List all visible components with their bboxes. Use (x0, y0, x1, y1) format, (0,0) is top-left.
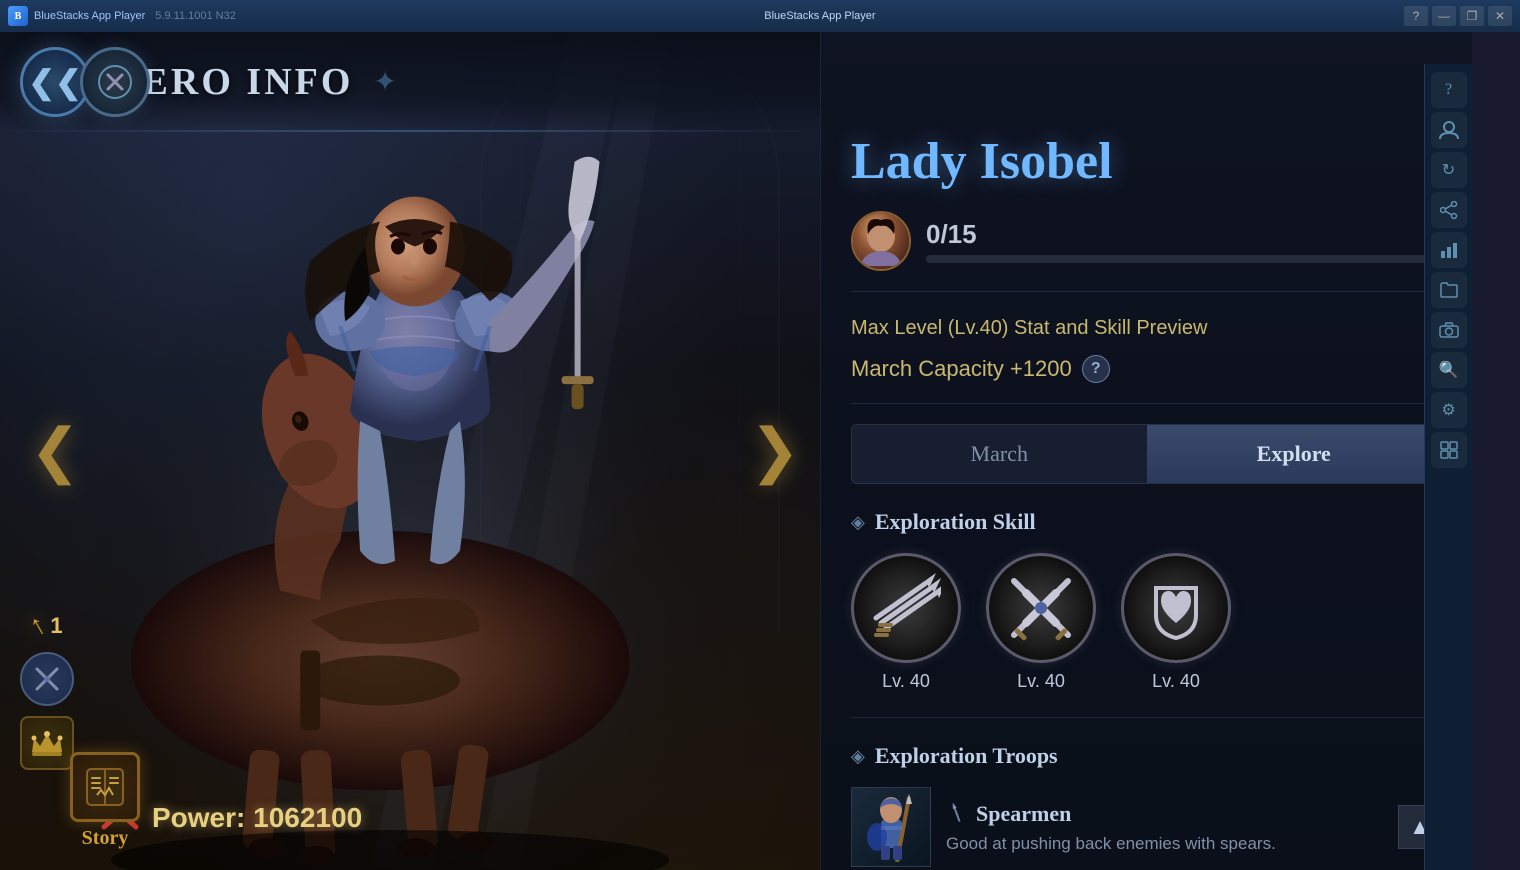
book-icon (83, 765, 127, 809)
info-icon[interactable]: ? (1082, 355, 1110, 383)
troops-section: ◈ Exploration Troops (851, 743, 1442, 867)
window-title: BlueStacks App Player (236, 10, 1404, 22)
grid-icon (1440, 441, 1458, 459)
troop-avatar (851, 787, 931, 867)
hero-name: Lady Isobel (851, 132, 1442, 191)
hero-progress-text: 0/15 (926, 219, 1442, 250)
header-bottom-line (0, 130, 820, 132)
sidebar-folder-icon[interactable] (1431, 272, 1467, 308)
skill-icon-2 (986, 553, 1096, 663)
restore-button[interactable]: ❐ (1460, 6, 1484, 26)
hero-image-area: ❮❮ HERO INFO ✦ ❮ ❯ ↑ 1 (0, 32, 820, 870)
spear-icon: ↑ (24, 609, 52, 644)
skill-icon-1 (851, 553, 961, 663)
close-x-icon (97, 64, 133, 100)
app-name: BlueStacks App Player (34, 10, 145, 22)
troop-spear-icon (942, 798, 972, 831)
bluestacks-sidebar: ? ↻ (1424, 64, 1472, 870)
story-button[interactable]: Story (70, 752, 140, 850)
sidebar-camera-icon[interactable] (1431, 312, 1467, 348)
sidebar-search-icon[interactable]: 🔍 (1431, 352, 1467, 388)
troop-description: Good at pushing back enemies with spears… (946, 834, 1383, 854)
crown-icon (30, 728, 64, 758)
share-icon (1440, 201, 1458, 219)
hero-close-button[interactable] (80, 47, 150, 117)
heart-skill-icon (1141, 573, 1211, 643)
skill-level-2: Lv. 40 (1017, 671, 1065, 692)
troop-name-row: Spearmen (946, 801, 1383, 828)
march-tab[interactable]: March (852, 425, 1147, 483)
hero-illustration (0, 32, 820, 870)
explore-tab[interactable]: Explore (1147, 425, 1442, 483)
crossed-swords-icon (32, 664, 62, 694)
title-bar: B BlueStacks App Player 5.9.11.1001 N32 … (0, 0, 1520, 32)
power-value: Power: 1062100 (152, 802, 362, 834)
sidebar-share-icon[interactable] (1431, 192, 1467, 228)
small-spear-icon (942, 798, 970, 826)
spear-level-badge: ↑ 1 (31, 610, 62, 642)
next-hero-button[interactable]: ❯ (750, 416, 800, 486)
section-diamond-icon: ◈ (851, 512, 865, 533)
skill-level-3: Lv. 40 (1152, 671, 1200, 692)
sidebar-settings-icon[interactable]: ⚙ (1431, 392, 1467, 428)
window-controls: ? — ❐ ✕ (1404, 6, 1512, 26)
max-level-preview: Max Level (Lv.40) Stat and Skill Preview (851, 317, 1442, 340)
minimize-button[interactable]: — (1432, 6, 1456, 26)
left-icons: ↑ 1 (20, 610, 74, 770)
exploration-skill-title: Exploration Skill (875, 509, 1036, 535)
app-logo: B BlueStacks App Player 5.9.11.1001 N32 (8, 6, 236, 26)
arrow-skill-icon (871, 573, 941, 643)
skill-item-2[interactable]: Lv. 40 (986, 553, 1096, 692)
app-icon: B (8, 6, 28, 26)
sword-skill-icon (1006, 573, 1076, 643)
spear-level: 1 (50, 613, 62, 639)
story-label: Story (82, 827, 129, 850)
folder-icon (1440, 282, 1458, 298)
skill-item-3[interactable]: Lv. 40 (1121, 553, 1231, 692)
account-icon (1439, 120, 1459, 140)
hero-progress-row: 0/15 (851, 211, 1442, 292)
skills-row: Lv. 40 Lv. 40 (851, 553, 1442, 718)
right-panel: Lady Isobel 0/15 Max Level (Lv (820, 32, 1472, 870)
prev-hero-button[interactable]: ❮ (30, 416, 80, 486)
stats-icon (1440, 241, 1458, 259)
hero-progress-container: 0/15 (926, 219, 1442, 263)
tab-row: March Explore (851, 424, 1442, 484)
crown-button[interactable] (20, 716, 74, 770)
exploration-troops-header: ◈ Exploration Troops (851, 743, 1442, 769)
close-button[interactable]: ✕ (1488, 6, 1512, 26)
sidebar-refresh-icon[interactable]: ↻ (1431, 152, 1467, 188)
hero-avatar (851, 211, 911, 271)
sidebar-help-icon[interactable]: ? (1431, 72, 1467, 108)
header-decoration: ✦ (373, 65, 396, 99)
story-icon (70, 752, 140, 822)
help-button[interactable]: ? (1404, 6, 1428, 26)
app-version: 5.9.11.1001 N32 (155, 10, 236, 22)
camera-icon (1439, 322, 1459, 338)
spearman-icon (859, 792, 924, 862)
sword-skill-button[interactable] (20, 652, 74, 706)
skill-icon-3 (1121, 553, 1231, 663)
march-capacity-text: March Capacity +1200 (851, 356, 1072, 382)
sidebar-extra-icon[interactable] (1431, 432, 1467, 468)
exploration-skill-header: ◈ Exploration Skill (851, 509, 1442, 535)
sidebar-account-icon[interactable] (1431, 112, 1467, 148)
troop-info: Spearmen Good at pushing back enemies wi… (946, 801, 1383, 854)
game-area: ❮❮ HERO INFO ✦ ❮ ❯ ↑ 1 (0, 32, 1472, 870)
skill-level-1: Lv. 40 (882, 671, 930, 692)
hero-avatar-image (853, 213, 909, 269)
hero-portrait-icon (856, 216, 906, 266)
troop-name: Spearmen (976, 801, 1071, 827)
section-diamond-icon-2: ◈ (851, 746, 865, 767)
troop-row: Spearmen Good at pushing back enemies wi… (851, 787, 1442, 867)
march-capacity-row: March Capacity +1200 ? (851, 355, 1442, 404)
sidebar-stats-icon[interactable] (1431, 232, 1467, 268)
progress-bar-background (926, 255, 1442, 263)
exploration-troops-title: Exploration Troops (875, 743, 1058, 769)
skill-item-1[interactable]: Lv. 40 (851, 553, 961, 692)
